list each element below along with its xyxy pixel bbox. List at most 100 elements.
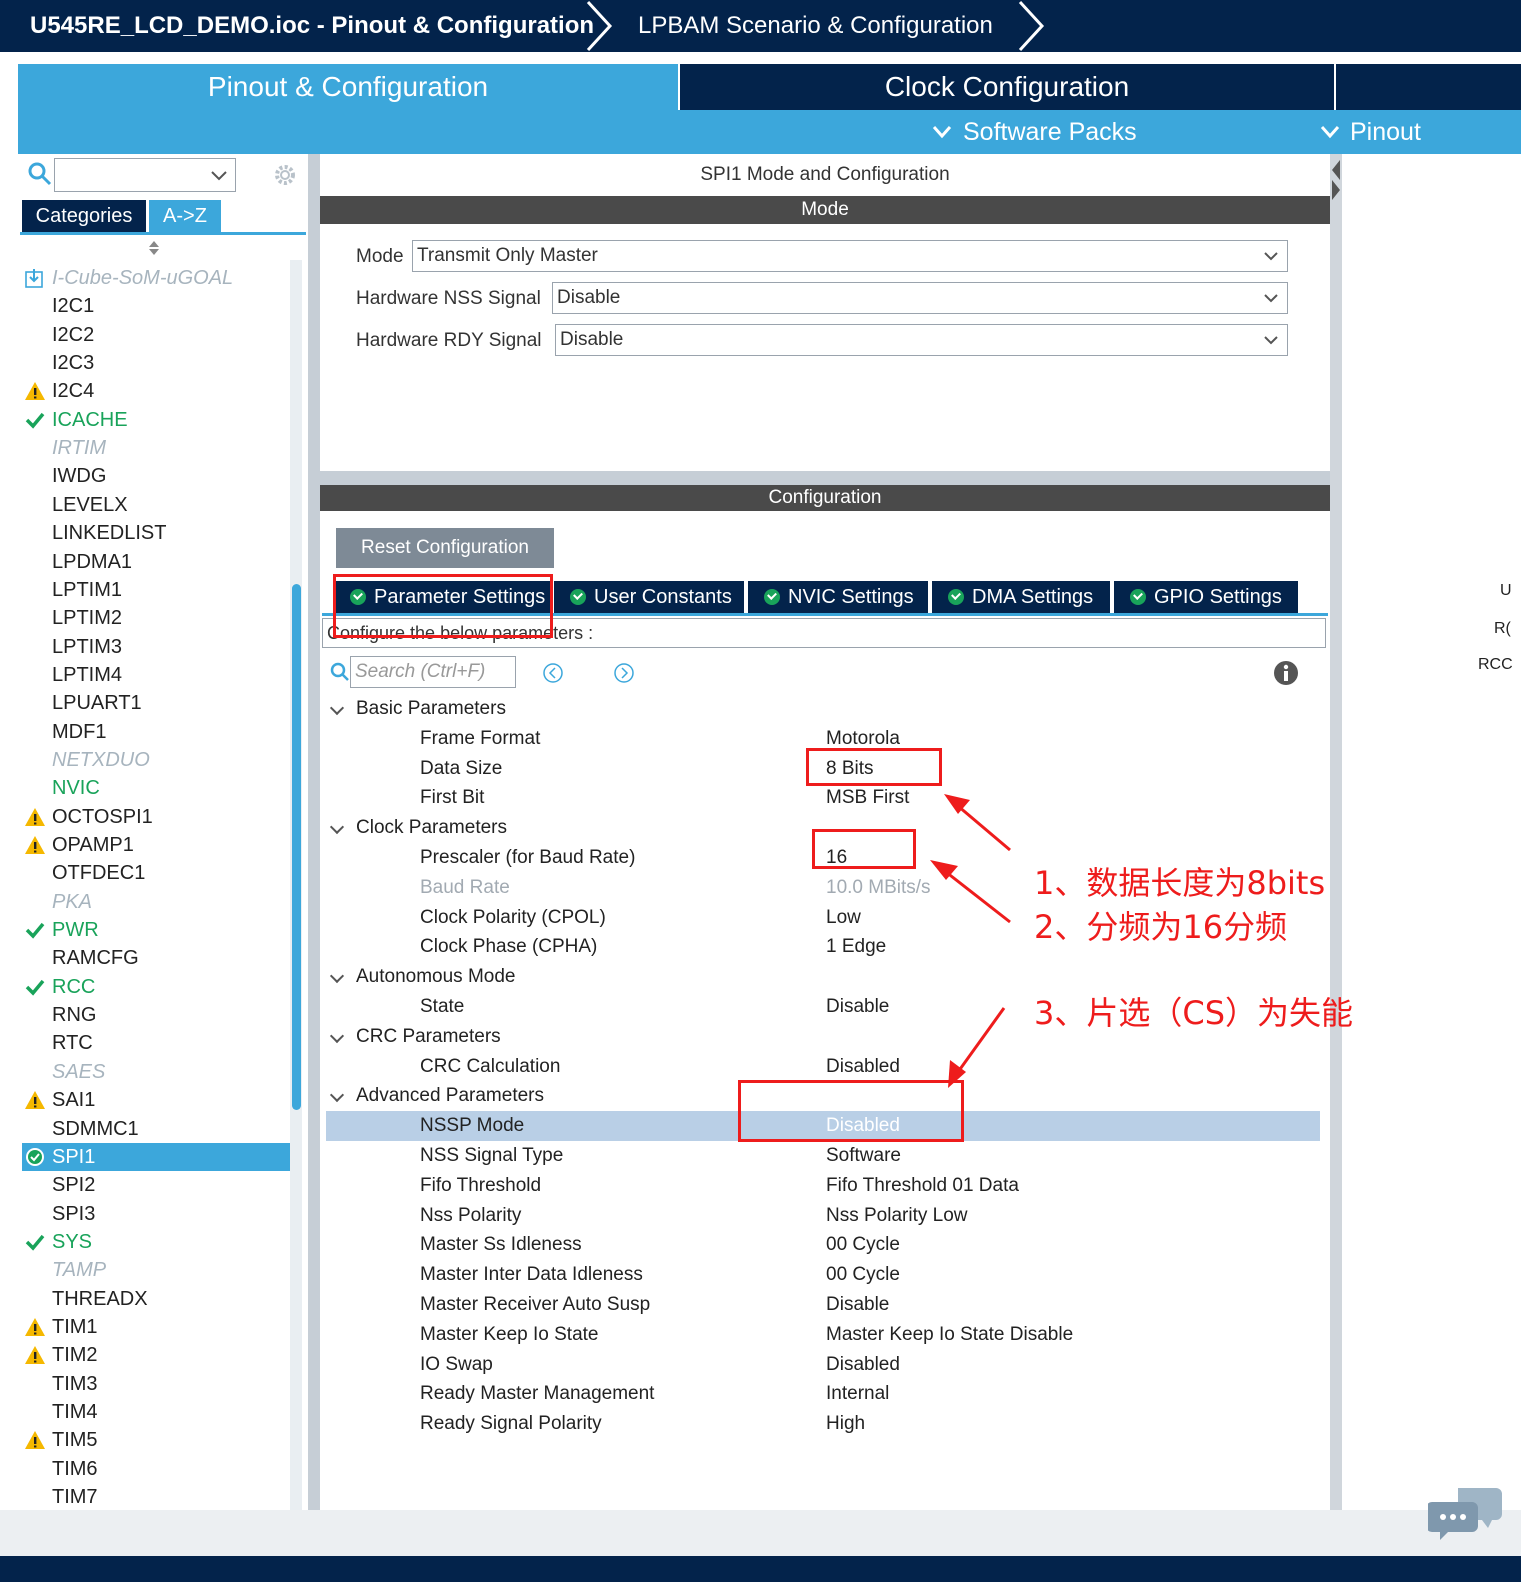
sidebar-item-lptim3[interactable]: LPTIM3 bbox=[22, 633, 290, 661]
sort-icon[interactable] bbox=[148, 240, 160, 256]
chevron-down-icon[interactable] bbox=[329, 700, 345, 716]
sidebar-item-irtim[interactable]: IRTIM bbox=[22, 434, 290, 462]
sidebar-item-spi1[interactable]: SPI1 bbox=[22, 1143, 290, 1171]
param-row-master-receiver-auto-susp[interactable]: Master Receiver Auto Susp Disable bbox=[326, 1290, 1320, 1320]
sidebar-item-i2c1[interactable]: I2C1 bbox=[22, 292, 290, 320]
hardware-nss-select[interactable]: Disable bbox=[552, 282, 1288, 314]
param-value[interactable]: Low bbox=[826, 903, 861, 933]
param-row-io-swap[interactable]: IO Swap Disabled bbox=[326, 1350, 1320, 1380]
chevron-down-icon[interactable] bbox=[329, 819, 345, 835]
sidebar-item-lptim2[interactable]: LPTIM2 bbox=[22, 604, 290, 632]
sidebar-item-mdf1[interactable]: MDF1 bbox=[22, 718, 290, 746]
param-value[interactable]: Disable bbox=[826, 1290, 889, 1320]
sidebar-item-octospi1[interactable]: OCTOSPI1 bbox=[22, 803, 290, 831]
sidebar-item-i2c4[interactable]: I2C4 bbox=[22, 377, 290, 405]
param-value[interactable]: Disabled bbox=[826, 1052, 900, 1082]
sidebar-item-rtc[interactable]: RTC bbox=[22, 1029, 290, 1057]
sidebar-item-pka[interactable]: PKA bbox=[22, 888, 290, 916]
param-value[interactable]: High bbox=[826, 1409, 865, 1439]
sidebar-item-sys[interactable]: SYS bbox=[22, 1228, 290, 1256]
tab-a-z[interactable]: A->Z bbox=[149, 200, 221, 232]
sidebar-item-ramcfg[interactable]: RAMCFG bbox=[22, 944, 290, 972]
previous-icon[interactable] bbox=[542, 662, 564, 684]
sidebar-item-i2c2[interactable]: I2C2 bbox=[22, 321, 290, 349]
sidebar-item-tim5[interactable]: TIM5 bbox=[22, 1426, 290, 1454]
tab-pinout-configuration[interactable]: Pinout & Configuration bbox=[18, 64, 678, 110]
param-row-master-keep-io-state[interactable]: Master Keep Io State Master Keep Io State… bbox=[326, 1320, 1320, 1350]
param-row-fifo-threshold[interactable]: Fifo Threshold Fifo Threshold 01 Data bbox=[326, 1171, 1320, 1201]
sidebar-item-tim4[interactable]: TIM4 bbox=[22, 1398, 290, 1426]
sidebar-item-i2c3[interactable]: I2C3 bbox=[22, 349, 290, 377]
sidebar-item-levelx[interactable]: LEVELX bbox=[22, 491, 290, 519]
param-row-ready-signal-polarity[interactable]: Ready Signal Polarity High bbox=[326, 1409, 1320, 1439]
chevron-down-icon[interactable] bbox=[329, 968, 345, 984]
param-value[interactable]: Internal bbox=[826, 1379, 889, 1409]
param-row-first-bit[interactable]: First Bit MSB First bbox=[326, 783, 1320, 813]
sidebar-scroll-thumb[interactable] bbox=[292, 584, 301, 1110]
next-icon[interactable] bbox=[613, 662, 635, 684]
sidebar-item-lpdma1[interactable]: LPDMA1 bbox=[22, 548, 290, 576]
tab-more[interactable] bbox=[1336, 64, 1521, 110]
search-input[interactable] bbox=[54, 158, 236, 192]
param-value[interactable]: Fifo Threshold 01 Data bbox=[826, 1171, 1019, 1201]
sidebar-item-otfdec1[interactable]: OTFDEC1 bbox=[22, 859, 290, 887]
param-value[interactable]: Master Keep Io State Disable bbox=[826, 1320, 1073, 1350]
gear-icon[interactable] bbox=[272, 162, 298, 188]
sidebar-item-lpuart1[interactable]: LPUART1 bbox=[22, 689, 290, 717]
tab-clock-configuration[interactable]: Clock Configuration bbox=[680, 64, 1334, 110]
tab-categories[interactable]: Categories bbox=[22, 200, 146, 232]
sidebar-item-tim6[interactable]: TIM6 bbox=[22, 1455, 290, 1483]
sidebar-item-spi3[interactable]: SPI3 bbox=[22, 1200, 290, 1228]
chat-bubble-icon[interactable] bbox=[1428, 1484, 1504, 1544]
param-row-crc-calculation[interactable]: CRC Calculation Disabled bbox=[326, 1052, 1320, 1082]
sidebar-item-i-cube-som-ugoal[interactable]: I-Cube-SoM-uGOAL bbox=[22, 264, 290, 292]
sidebar-item-sai1[interactable]: SAI1 bbox=[22, 1086, 290, 1114]
collapse-icon[interactable] bbox=[1330, 158, 1342, 202]
param-value[interactable]: MSB First bbox=[826, 783, 909, 813]
sidebar-item-saes[interactable]: SAES bbox=[22, 1058, 290, 1086]
chevron-down-icon[interactable] bbox=[210, 170, 228, 182]
param-group-basic-parameters[interactable]: Basic Parameters bbox=[326, 694, 1320, 724]
param-row-nss-polarity[interactable]: Nss Polarity Nss Polarity Low bbox=[326, 1201, 1320, 1231]
hardware-rdy-select[interactable]: Disable bbox=[555, 324, 1288, 356]
param-value[interactable]: 00 Cycle bbox=[826, 1230, 900, 1260]
mode-select[interactable]: Transmit Only Master bbox=[412, 240, 1288, 272]
param-value[interactable]: Nss Polarity Low bbox=[826, 1201, 968, 1231]
info-icon[interactable] bbox=[1273, 660, 1299, 686]
sidebar-item-rng[interactable]: RNG bbox=[22, 1001, 290, 1029]
param-row-master-ss-idleness[interactable]: Master Ss Idleness 00 Cycle bbox=[326, 1230, 1320, 1260]
chevron-down-icon[interactable] bbox=[329, 1028, 345, 1044]
sidebar-item-spi2[interactable]: SPI2 bbox=[22, 1171, 290, 1199]
sidebar-item-tamp[interactable]: TAMP bbox=[22, 1256, 290, 1284]
sidebar-item-tim2[interactable]: TIM2 bbox=[22, 1341, 290, 1369]
param-value[interactable]: 1 Edge bbox=[826, 932, 886, 962]
sidebar-item-tim7[interactable]: TIM7 bbox=[22, 1483, 290, 1511]
software-packs-menu[interactable]: Software Packs bbox=[963, 110, 1137, 154]
sidebar-item-iwdg[interactable]: IWDG bbox=[22, 462, 290, 490]
sidebar-item-sdmmc1[interactable]: SDMMC1 bbox=[22, 1115, 290, 1143]
sidebar-item-lptim1[interactable]: LPTIM1 bbox=[22, 576, 290, 604]
param-value[interactable]: Disabled bbox=[826, 1350, 900, 1380]
sidebar-item-lptim4[interactable]: LPTIM4 bbox=[22, 661, 290, 689]
sidebar-item-icache[interactable]: ICACHE bbox=[22, 406, 290, 434]
param-row-nss-signal-type[interactable]: NSS Signal Type Software bbox=[326, 1141, 1320, 1171]
tab-nvic-settings[interactable]: NVIC Settings bbox=[748, 581, 928, 613]
sidebar-item-tim1[interactable]: TIM1 bbox=[22, 1313, 290, 1341]
param-row-master-inter-data-idleness[interactable]: Master Inter Data Idleness 00 Cycle bbox=[326, 1260, 1320, 1290]
tab-user-constants[interactable]: User Constants bbox=[554, 581, 744, 613]
reset-configuration-button[interactable]: Reset Configuration bbox=[336, 528, 554, 568]
sidebar-item-tim3[interactable]: TIM3 bbox=[22, 1370, 290, 1398]
chevron-down-icon[interactable] bbox=[329, 1087, 345, 1103]
param-value[interactable]: Disable bbox=[826, 992, 889, 1022]
param-value[interactable]: Software bbox=[826, 1141, 901, 1171]
sidebar-item-netxduo[interactable]: NETXDUO bbox=[22, 746, 290, 774]
param-value[interactable]: 00 Cycle bbox=[826, 1260, 900, 1290]
pinout-menu[interactable]: Pinout bbox=[1350, 110, 1421, 154]
breadcrumb-lpbam[interactable]: LPBAM Scenario & Configuration bbox=[638, 0, 993, 52]
tab-gpio-settings[interactable]: GPIO Settings bbox=[1114, 581, 1298, 613]
sidebar-item-threadx[interactable]: THREADX bbox=[22, 1285, 290, 1313]
parameter-search-input[interactable]: Search (Ctrl+F) bbox=[350, 656, 516, 688]
sidebar-item-opamp1[interactable]: OPAMP1 bbox=[22, 831, 290, 859]
param-row-ready-master-management[interactable]: Ready Master Management Internal bbox=[326, 1379, 1320, 1409]
sidebar-item-rcc[interactable]: RCC bbox=[22, 973, 290, 1001]
